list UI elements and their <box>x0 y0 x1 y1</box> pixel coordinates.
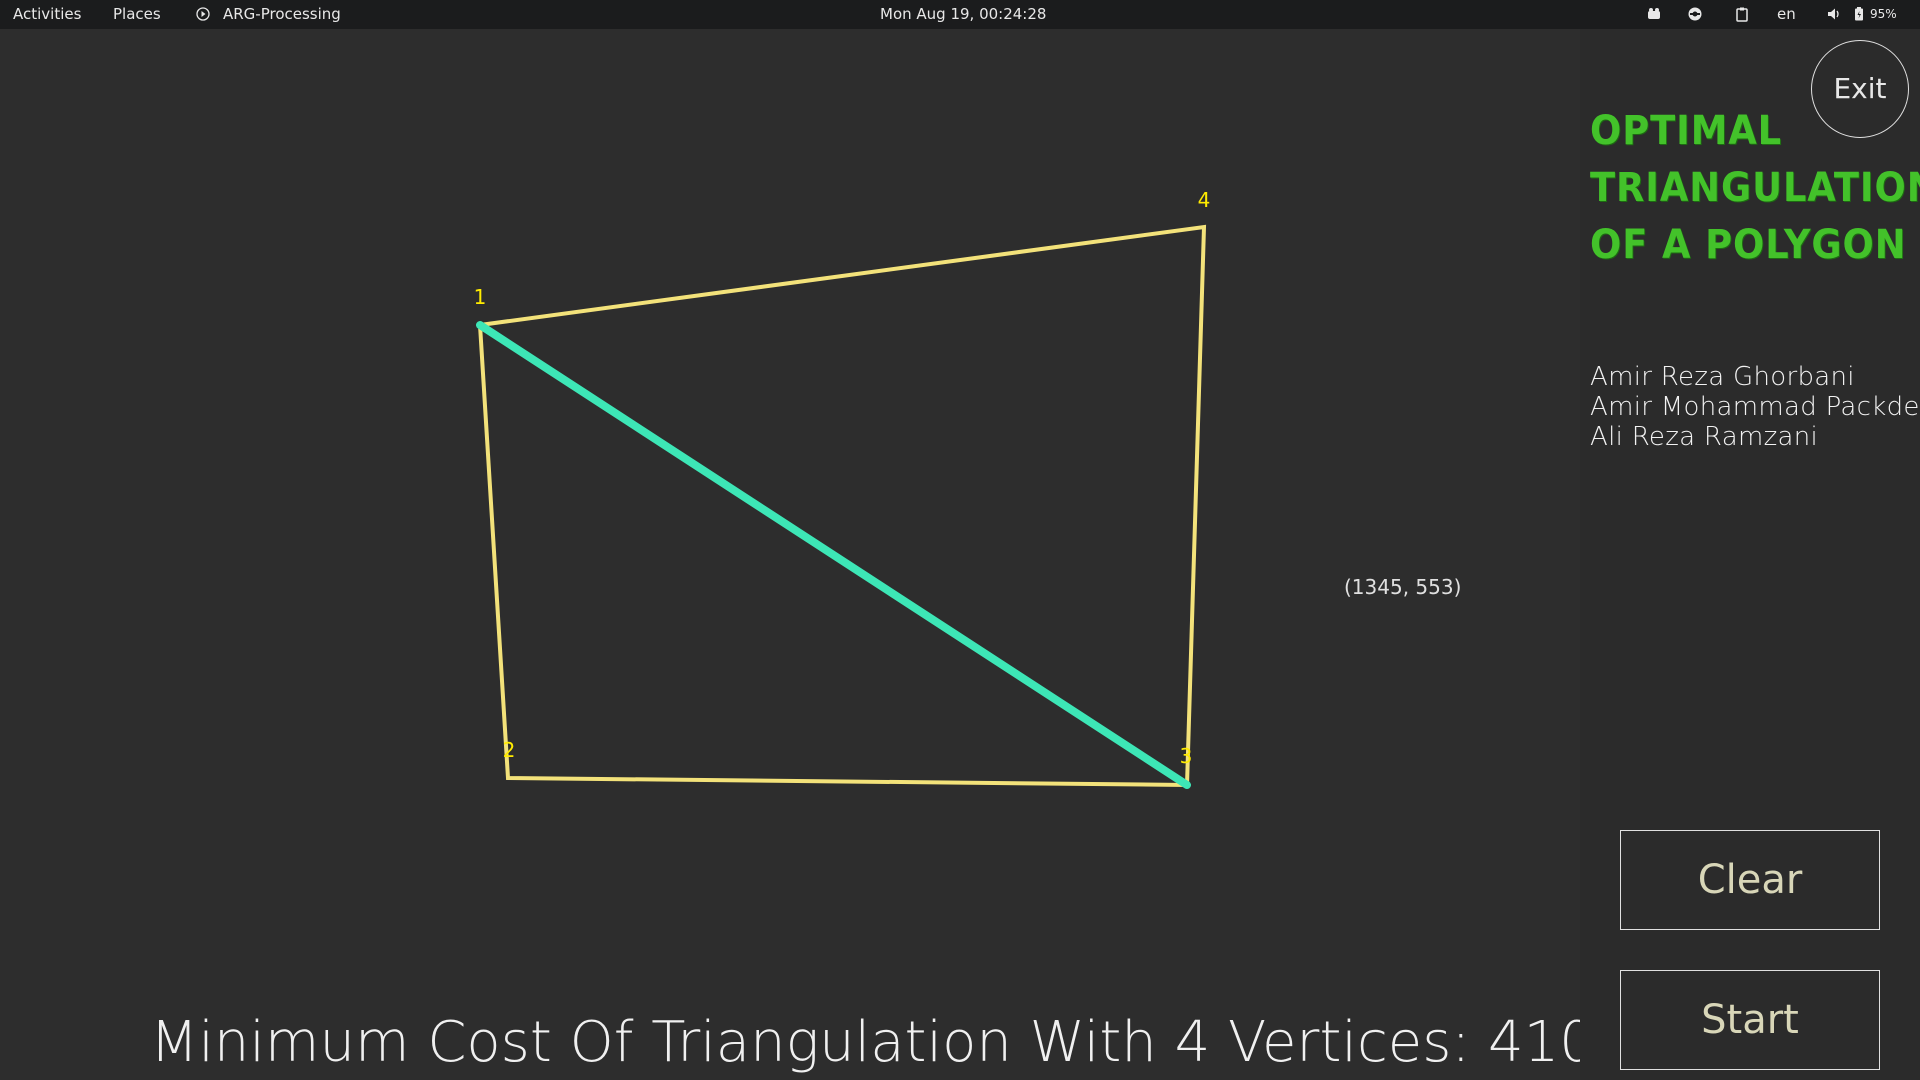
author-name: Ali Reza Ramzani <box>1590 422 1819 452</box>
polygon-drawing[interactable]: 1 2 3 4 <box>0 29 1580 1080</box>
activities-button[interactable]: Activities <box>13 5 81 23</box>
top-bar: Activities Places ARG-Processing Mon Aug… <box>0 0 1920 29</box>
clipboard-icon[interactable] <box>1734 6 1750 22</box>
vertex-label: 2 <box>503 738 516 762</box>
vertex-label: 1 <box>474 285 487 309</box>
vertex-label: 3 <box>1180 744 1193 768</box>
drawing-canvas[interactable]: 1 2 3 4 <box>0 29 1580 1080</box>
vertex-label: 4 <box>1198 188 1211 212</box>
minimum-cost-result: Minimum Cost Of Triangulation With 4 Ver… <box>150 1010 1756 1075</box>
volume-icon[interactable] <box>1826 6 1842 22</box>
start-button[interactable]: Start <box>1620 970 1880 1070</box>
triangulation-diagonal <box>476 321 1191 789</box>
tray-icon-1[interactable] <box>1646 6 1662 22</box>
app-menu-label[interactable]: ARG-Processing <box>223 5 341 23</box>
app-menu-icon[interactable] <box>195 6 211 22</box>
title-line: OF A POLYGON <box>1590 222 1907 268</box>
battery-icon[interactable] <box>1851 6 1867 22</box>
battery-percentage: 95% <box>1870 7 1897 21</box>
title-line: OPTIMAL <box>1590 108 1783 154</box>
clear-button[interactable]: Clear <box>1620 830 1880 930</box>
polygon-outline <box>477 224 1207 788</box>
language-indicator[interactable]: en <box>1777 5 1796 23</box>
cursor-coordinate-readout: (1345, 553) <box>1344 575 1462 599</box>
app-title: OPTIMAL TRIANGULATION OF A POLYGON <box>1590 103 1920 274</box>
title-line: TRIANGULATION <box>1590 165 1920 211</box>
author-name: Amir Reza Ghorbani <box>1590 362 1855 392</box>
clock[interactable]: Mon Aug 19, 00:24:28 <box>880 5 1046 23</box>
places-menu[interactable]: Places <box>113 5 161 23</box>
tray-icon-2[interactable] <box>1687 6 1703 22</box>
authors-list: Amir Reza Ghorbani Amir Mohammad Packdel… <box>1590 362 1920 452</box>
author-name: Amir Mohammad Packdel <box>1590 392 1920 422</box>
